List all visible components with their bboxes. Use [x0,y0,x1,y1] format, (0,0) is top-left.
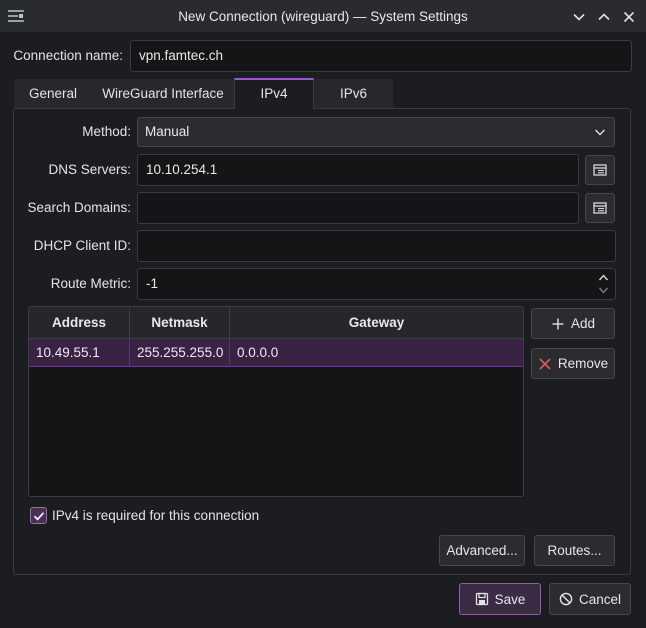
add-label: Add [570,316,596,331]
search-domains-edit-button[interactable] [585,193,615,223]
close-icon [623,11,635,23]
column-header-gateway[interactable]: Gateway [230,307,523,339]
dns-servers-label: DNS Servers: [48,162,131,177]
gateway-cell[interactable]: 0.0.0.0 [230,339,523,367]
routes-label: Routes... [547,543,602,558]
remove-x-icon [539,357,551,370]
search-domains-input[interactable] [137,192,579,224]
chevron-up-icon[interactable] [598,273,609,282]
dns-servers-edit-button[interactable] [585,155,615,185]
netmask-cell[interactable]: 255.255.255.0 [130,339,230,367]
advanced-button[interactable]: Advanced... [439,535,525,566]
remove-label: Remove [557,356,609,371]
connection-name-input[interactable]: vpn.famtec.ch [130,40,632,72]
maximize-button[interactable] [593,6,615,28]
active-tab-joint [235,107,313,110]
dhcp-client-id-input[interactable] [137,230,616,262]
address-cell[interactable]: 10.49.55.1 [29,339,130,367]
save-label: Save [494,591,526,607]
plus-icon [552,318,564,329]
ipv4-required-checkbox[interactable] [30,507,47,524]
method-select[interactable]: Manual [137,117,615,147]
route-metric-spinbox[interactable]: -1 [137,268,616,300]
table-row[interactable]: 10.49.55.1 255.255.255.0 0.0.0.0 [29,339,523,367]
add-address-button[interactable]: Add [531,308,615,339]
column-header-address[interactable]: Address [29,307,130,339]
close-button[interactable] [618,6,640,28]
advanced-label: Advanced... [446,543,518,558]
check-icon [33,511,44,521]
tab-ipv6[interactable]: IPv6 [314,79,393,109]
connection-name-label: Connection name: [13,48,123,63]
cancel-circle-icon [559,592,573,606]
tab-general[interactable]: General [14,79,92,109]
minimize-button[interactable] [568,6,590,28]
addresses-table[interactable]: Address Netmask Gateway 10.49.55.1 255.2… [28,306,524,497]
chevron-up-icon [598,13,610,21]
chevron-down-icon[interactable] [598,286,609,295]
tab-ipv4[interactable]: IPv4 [234,78,314,109]
search-domains-label: Search Domains: [27,200,131,215]
list-edit-icon [593,202,607,214]
method-label: Method: [82,124,131,139]
route-metric-value: -1 [146,276,159,291]
chevron-down-icon [573,13,585,21]
method-value: Manual [145,124,190,139]
chevron-down-icon [594,129,606,136]
ipv4-required-label[interactable]: IPv4 is required for this connection [52,507,259,524]
route-metric-label: Route Metric: [50,276,131,291]
column-header-netmask[interactable]: Netmask [130,307,230,339]
remove-address-button[interactable]: Remove [531,348,615,379]
tab-wireguard-interface[interactable]: WireGuard Interface [92,79,234,109]
window-title: New Connection (wireguard) — System Sett… [178,9,468,24]
cancel-button[interactable]: Cancel [549,583,631,615]
save-disk-icon [475,592,488,606]
cancel-label: Cancel [578,591,622,607]
routes-button[interactable]: Routes... [534,535,615,566]
dhcp-client-id-label: DHCP Client ID: [33,238,131,253]
save-button[interactable]: Save [459,583,541,615]
dns-servers-input[interactable]: 10.10.254.1 [137,154,579,186]
list-edit-icon [593,164,607,176]
